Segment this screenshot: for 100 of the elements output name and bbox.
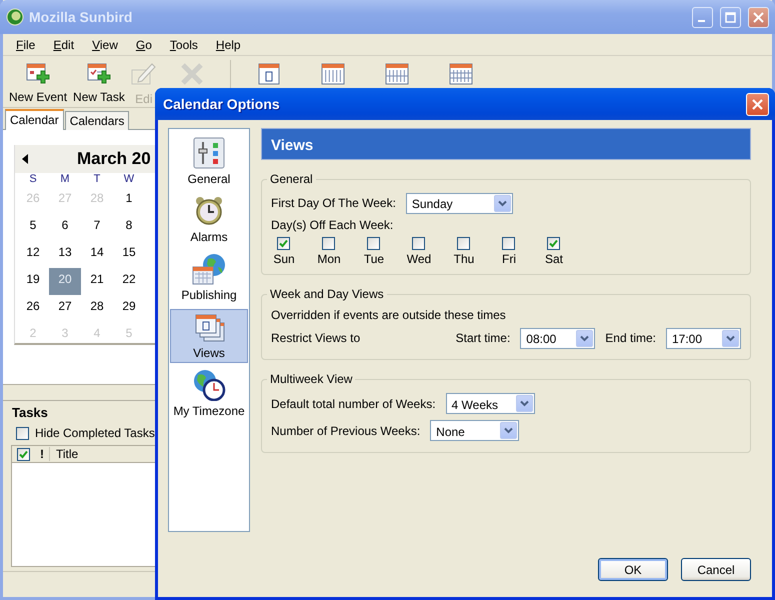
delete-icon: [180, 62, 204, 86]
minimize-button[interactable]: [692, 6, 713, 28]
previous-month-icon[interactable]: [22, 154, 28, 164]
weeks-dropdown[interactable]: 4 Weeks: [446, 393, 535, 414]
field-label: End time:: [605, 331, 656, 345]
calendar-day[interactable]: 29: [113, 295, 145, 322]
close-icon: [753, 12, 764, 22]
group-title: General: [269, 172, 314, 186]
app-icon: [6, 8, 24, 26]
checkmark-icon: [18, 449, 29, 460]
calendar-day[interactable]: 26: [17, 295, 49, 322]
field-label: First Day Of The Week:: [271, 196, 396, 210]
menu-item[interactable]: File: [7, 38, 44, 52]
multiweek-view-icon: [384, 62, 409, 86]
calendar-day[interactable]: 6: [49, 214, 81, 241]
checkbox-label: Wed: [406, 252, 432, 266]
category-item[interactable]: General: [170, 135, 248, 189]
first-day-dropdown[interactable]: Sunday: [406, 192, 513, 214]
month-title: March 20: [77, 149, 151, 169]
end-time-dropdown[interactable]: 17:00: [666, 328, 741, 348]
chevron-down-icon: [498, 200, 507, 206]
close-icon: [751, 98, 764, 110]
month-view-icon: [448, 62, 473, 86]
calendar-day[interactable]: 15: [113, 241, 145, 268]
checkmark-icon: [278, 238, 289, 249]
menu-item[interactable]: View: [83, 38, 127, 52]
day-off-checkbox[interactable]: [457, 237, 470, 250]
calendar-day[interactable]: 22: [113, 268, 145, 295]
week-view-icon: [320, 62, 345, 86]
field-label: Day(s) Off Each Week:: [271, 218, 394, 232]
weekday-label: M: [59, 173, 71, 187]
day-off-checkbox[interactable]: [367, 237, 380, 250]
chevron-down-icon: [504, 427, 514, 434]
maximize-icon: [725, 12, 736, 22]
field-label: Default total number of Weeks:: [271, 396, 436, 410]
checkmark-icon: [548, 238, 559, 249]
column-header[interactable]: !: [34, 447, 50, 461]
hide-completed-checkbox[interactable]: [16, 426, 29, 440]
toolbar-button[interactable]: New Task: [70, 60, 128, 106]
chevron-down-icon: [520, 400, 529, 407]
checkbox-label: Fri: [501, 252, 517, 266]
chevron-down-icon: [580, 334, 590, 342]
calendar-day[interactable]: 7: [81, 214, 113, 241]
maximize-button[interactable]: [720, 6, 741, 28]
calendar-day[interactable]: 21: [81, 268, 113, 295]
day-off-checkbox[interactable]: [502, 237, 515, 250]
dialog-button[interactable]: Cancel: [681, 558, 751, 581]
checkbox-label: Tue: [362, 252, 386, 266]
category-item[interactable]: Publishing: [170, 251, 248, 305]
field-label: Start time:: [456, 331, 510, 345]
panel-heading: Views: [261, 128, 751, 160]
calendar-day[interactable]: 28: [81, 295, 113, 322]
sliders-panel-icon: [193, 137, 225, 169]
tasks-heading: Tasks: [11, 405, 49, 420]
menu-item[interactable]: Edit: [44, 38, 84, 52]
completed-column-checkbox[interactable]: [17, 448, 30, 462]
category-item[interactable]: Alarms: [170, 193, 248, 247]
window-title: Mozilla Sunbird: [29, 9, 134, 25]
checkbox-label: Thu: [452, 252, 476, 266]
day-view-icon: [256, 62, 281, 86]
tab[interactable]: Calendar: [5, 109, 64, 130]
field-label: Number of Previous Weeks:: [271, 424, 420, 438]
field-label: Restrict Views to: [271, 331, 360, 345]
checkbox-label: Sun: [272, 252, 296, 266]
calendar-day[interactable]: 19: [17, 268, 49, 295]
calendar-day[interactable]: 14: [81, 241, 113, 268]
menu-item[interactable]: Tools: [160, 38, 207, 52]
calendar-day[interactable]: 12: [17, 241, 49, 268]
chevron-down-icon: [726, 334, 735, 342]
category-item[interactable]: Views: [170, 309, 248, 363]
weekday-label: S: [28, 173, 38, 187]
pencil-icon: [130, 62, 157, 86]
category-item[interactable]: My Timezone: [170, 367, 248, 421]
dialog-button[interactable]: OK: [598, 558, 668, 581]
calendar-day[interactable]: 5: [17, 214, 49, 241]
globe-clock-icon: [192, 369, 226, 401]
calendar-day[interactable]: 8: [113, 214, 145, 241]
day-off-checkbox[interactable]: [412, 237, 425, 250]
weekday-label: W: [122, 173, 136, 187]
toolbar-button[interactable]: New Event: [6, 60, 70, 106]
tab[interactable]: Calendars: [64, 111, 130, 130]
close-button[interactable]: [748, 6, 769, 28]
dialog-title: Calendar Options: [163, 96, 281, 112]
calendar-globe-icon: [192, 253, 226, 285]
group-title: Multiweek View: [269, 372, 354, 386]
day-off-checkbox[interactable]: [322, 237, 335, 250]
previous-weeks-dropdown[interactable]: None: [430, 420, 520, 441]
alarm-clock-icon: [193, 195, 225, 227]
day-off-checkbox[interactable]: [277, 237, 290, 250]
menu-item[interactable]: Go: [126, 38, 161, 52]
weekday-label: T: [92, 173, 102, 187]
menu-item[interactable]: Help: [206, 38, 250, 52]
calendar-day[interactable]: 13: [49, 241, 81, 268]
checkbox-label: Sat: [544, 252, 564, 266]
column-header[interactable]: Title: [50, 447, 78, 461]
start-time-dropdown[interactable]: 08:00: [520, 328, 596, 348]
calendar-day[interactable]: 27: [49, 295, 81, 322]
day-off-checkbox[interactable]: [547, 237, 560, 250]
calendar-day[interactable]: 1: [113, 187, 145, 214]
task-plus-icon: [86, 62, 111, 84]
